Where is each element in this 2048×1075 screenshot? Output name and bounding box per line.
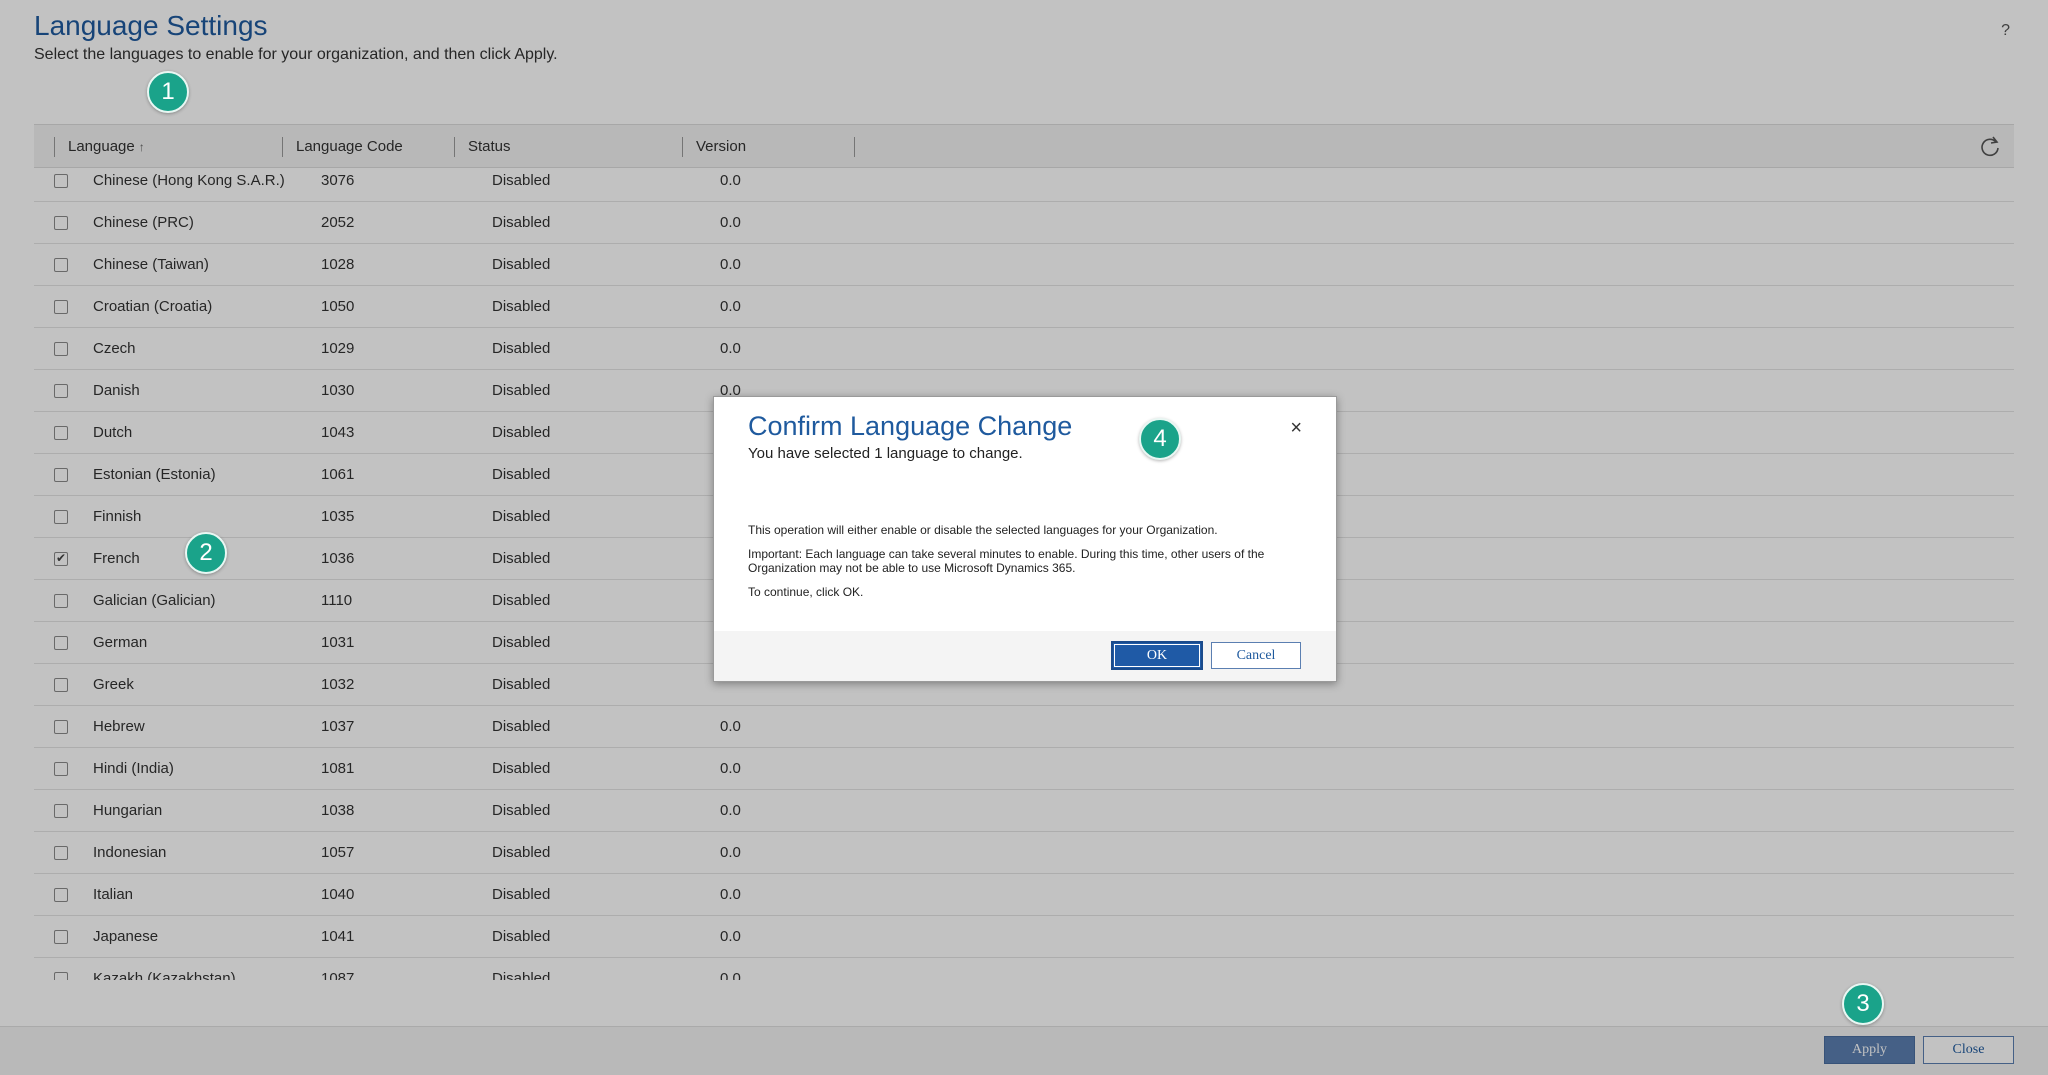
- callout-badge-3: 3: [1842, 983, 1884, 1025]
- cancel-button[interactable]: Cancel: [1211, 642, 1301, 669]
- callout-badge-1: 1: [147, 71, 189, 113]
- confirm-language-change-dialog: Confirm Language Change You have selecte…: [713, 396, 1337, 682]
- dialog-title: Confirm Language Change: [748, 411, 1073, 441]
- close-icon[interactable]: ×: [1290, 417, 1302, 440]
- dialog-important-text: Important: Each language can take severa…: [748, 547, 1265, 575]
- ok-button[interactable]: OK: [1111, 641, 1203, 670]
- callout-badge-2: 2: [185, 532, 227, 574]
- dialog-body: This operation will either enable or dis…: [748, 523, 1308, 609]
- callout-badge-4: 4: [1139, 418, 1181, 460]
- dialog-continue-text: To continue, click OK.: [748, 585, 864, 599]
- dialog-body-text: This operation will either enable or dis…: [748, 523, 1218, 537]
- dialog-subtitle: You have selected 1 language to change.: [748, 445, 1023, 462]
